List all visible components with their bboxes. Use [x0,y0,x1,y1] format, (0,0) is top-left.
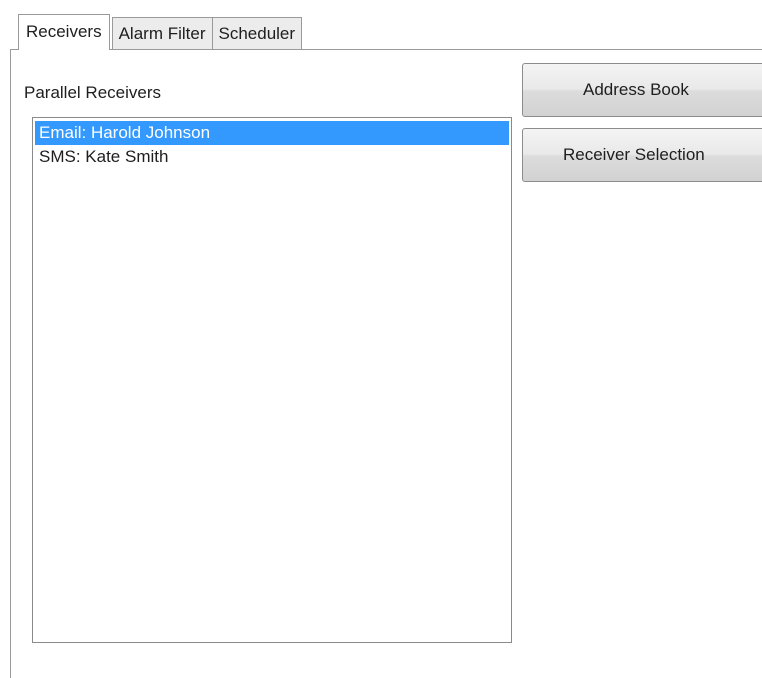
receivers-dialog: Receivers Alarm Filter Scheduler Paralle… [0,0,762,678]
tab-scheduler[interactable]: Scheduler [211,17,303,50]
receiver-selection-button[interactable]: Receiver Selection [522,128,762,182]
list-item[interactable]: Email: Harold Johnson [35,121,509,145]
parallel-receivers-list[interactable]: Email: Harold Johnson SMS: Kate Smith [32,117,512,643]
tab-receivers[interactable]: Receivers [18,14,110,50]
list-item[interactable]: SMS: Kate Smith [35,145,509,169]
address-book-button[interactable]: Address Book [522,63,762,117]
tab-alarm-filter[interactable]: Alarm Filter [111,17,213,50]
parallel-receivers-label: Parallel Receivers [24,83,161,102]
tab-strip: Receivers Alarm Filter Scheduler [18,14,303,50]
